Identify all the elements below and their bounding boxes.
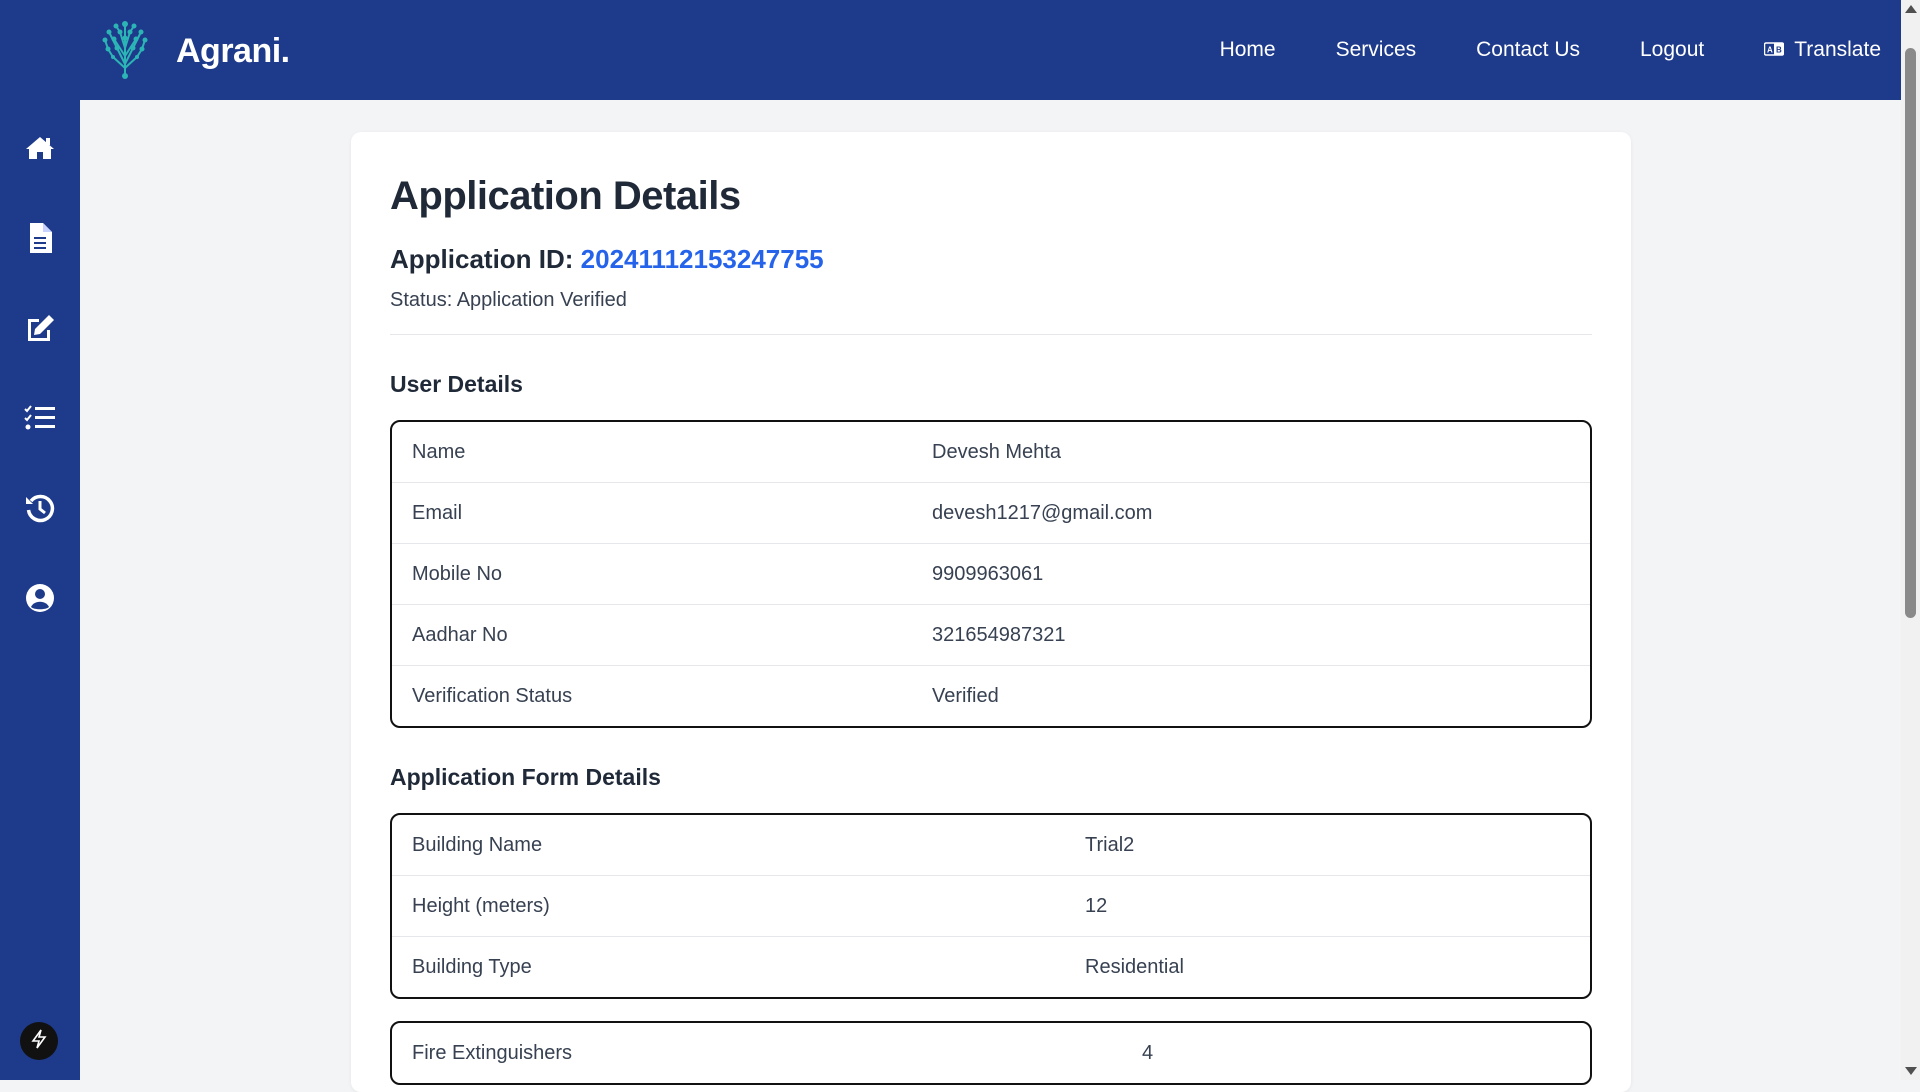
row-value: 321654987321	[912, 605, 1590, 666]
main-nav: Home Services Contact Us Logout AB Trans…	[1160, 0, 1881, 100]
form-details-heading: Application Form Details	[390, 764, 661, 790]
row-label: Height (meters)	[392, 876, 1065, 937]
task-list-icon	[24, 404, 56, 436]
table-row: Building Name Trial2	[392, 815, 1590, 876]
safety-details-table: Fire Extinguishers 4	[390, 1021, 1592, 1085]
table-row: Height (meters) 12	[392, 876, 1590, 937]
application-details-card: Application Details Application ID: 2024…	[351, 132, 1631, 1092]
tree-logo-icon	[100, 18, 150, 85]
row-label: Name	[392, 422, 912, 483]
row-value: 4	[1142, 1041, 1154, 1064]
application-id-label: Application ID:	[390, 244, 581, 274]
user-circle-icon	[25, 583, 55, 618]
svg-text:B: B	[1776, 46, 1782, 55]
sidebar-item-profile[interactable]	[0, 570, 80, 630]
table-row: Fire Extinguishers 4	[392, 1023, 1590, 1083]
quick-action-button[interactable]	[20, 1022, 58, 1060]
svg-text:A: A	[1767, 46, 1773, 55]
scroll-down-arrow-icon[interactable]	[1905, 1067, 1917, 1075]
application-id: Application ID: 20241112153247755	[390, 244, 1592, 275]
history-icon	[25, 493, 55, 528]
user-details-heading: User Details	[390, 371, 523, 397]
document-icon	[28, 222, 52, 258]
nav-services[interactable]: Services	[1336, 38, 1417, 62]
scrollbar[interactable]	[1901, 0, 1920, 1080]
application-id-value: 20241112153247755	[580, 244, 824, 274]
nav-logout[interactable]: Logout	[1640, 38, 1704, 62]
row-label: Verification Status	[412, 684, 573, 707]
top-navbar: Agrani. Home Services Contact Us Logout …	[0, 0, 1901, 100]
nav-home[interactable]: Home	[1220, 38, 1276, 62]
table-row: Verification Status Verified	[392, 666, 1590, 726]
table-row: Name Devesh Mehta	[392, 422, 1590, 483]
brand[interactable]: Agrani.	[100, 18, 290, 85]
form-details-table: Building Name Trial2 Height (meters) 12 Bu…	[390, 813, 1592, 999]
row-value: 9909963061	[912, 544, 1590, 605]
sidebar-item-tasks[interactable]	[0, 390, 80, 450]
sidebar-item-documents[interactable]	[0, 210, 80, 270]
translate-label: Translate	[1794, 38, 1881, 61]
table-row: Email devesh1217@gmail.com	[392, 483, 1590, 544]
divider	[390, 334, 1592, 335]
sidebar-item-home[interactable]	[0, 120, 80, 180]
sidebar-item-history[interactable]	[0, 480, 80, 540]
row-label: Mobile No	[392, 544, 912, 605]
row-value: Trial2	[1065, 815, 1590, 876]
row-value: devesh1217@gmail.com	[912, 483, 1590, 544]
row-label: Building Type	[412, 955, 532, 978]
scroll-up-arrow-icon[interactable]	[1905, 5, 1917, 13]
home-icon	[25, 135, 55, 166]
application-status: Status: Application Verified	[390, 289, 627, 311]
brand-name: Agrani.	[176, 32, 290, 70]
nav-contact-us[interactable]: Contact Us	[1476, 38, 1580, 62]
row-label: Building Name	[392, 815, 1065, 876]
row-label: Fire Extinguishers	[412, 1041, 573, 1064]
row-value: Devesh Mehta	[912, 422, 1590, 483]
row-value: Verified	[932, 684, 999, 707]
row-label: Email	[392, 483, 912, 544]
table-row: Building Type Residential	[392, 937, 1590, 997]
user-details-table: Name Devesh Mehta Email devesh1217@gmail.c…	[390, 420, 1592, 728]
row-value: 12	[1065, 876, 1590, 937]
sidebar-item-apply[interactable]	[0, 300, 80, 360]
row-value: Residential	[1085, 955, 1184, 978]
edit-icon	[25, 314, 55, 347]
translate-icon: AB	[1763, 38, 1785, 62]
table-row: Mobile No 9909963061	[392, 544, 1590, 605]
row-label: Aadhar No	[392, 605, 912, 666]
translate-button[interactable]: AB Translate	[1763, 38, 1881, 62]
page-title: Application Details	[390, 174, 741, 218]
sidebar	[0, 100, 80, 1080]
scroll-thumb[interactable]	[1905, 48, 1916, 618]
lightning-icon	[31, 1029, 47, 1054]
table-row: Aadhar No 321654987321	[392, 605, 1590, 666]
